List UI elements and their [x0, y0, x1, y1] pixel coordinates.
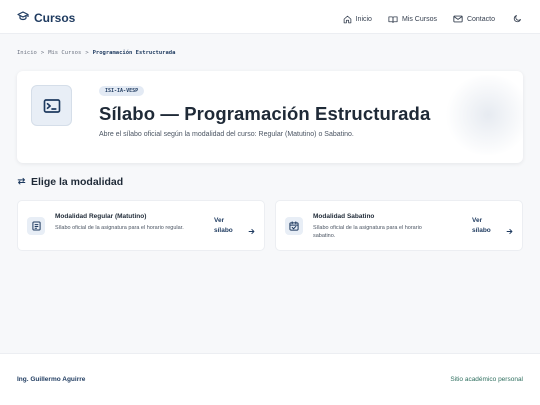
moon-icon [513, 10, 522, 28]
decorative-glow [443, 75, 523, 155]
breadcrumb-separator: > [40, 50, 45, 56]
nav-item-inicio[interactable]: Inicio [343, 15, 372, 24]
card-description: Sílabo oficial de la asignatura para el … [313, 225, 422, 239]
card-modalidad-regular[interactable]: Modalidad Regular (Matutino) Sílabo ofic… [17, 200, 265, 251]
brand-logo[interactable]: Cursos [17, 9, 75, 27]
calendar-check-icon [285, 217, 303, 235]
breadcrumb: Inicio > Mis Cursos > Programación Estru… [17, 50, 175, 56]
brand-name: Cursos [34, 11, 76, 25]
breadcrumb-link-inicio[interactable]: Inicio [17, 50, 37, 56]
nav-item-contacto[interactable]: Contacto [453, 15, 495, 23]
document-icon [27, 217, 45, 235]
arrow-right-icon [506, 222, 513, 240]
home-icon [343, 15, 352, 24]
top-navbar: Cursos Inicio Mis Cursos Contacto [0, 0, 540, 34]
card-title: Modalidad Regular (Matutino) [55, 213, 147, 220]
section-title: Elige la modalidad [31, 176, 124, 188]
graduation-cap-icon [17, 9, 29, 27]
mail-icon [453, 15, 463, 23]
page-subtitle: Abre el sílabo oficial según la modalida… [99, 131, 354, 138]
theme-toggle-button[interactable] [513, 10, 522, 28]
course-code-badge: ISI-IA-VESP [99, 86, 145, 96]
main-nav: Inicio Mis Cursos Contacto [327, 10, 522, 28]
breadcrumb-current: Programación Estructurada [92, 50, 176, 56]
nav-item-label: Inicio [355, 15, 372, 23]
breadcrumb-separator: > [85, 50, 89, 56]
book-icon [388, 15, 398, 24]
footer-tagline: Sitio académico personal [450, 376, 523, 383]
ver-silabo-link[interactable]: Ver sílabo [472, 216, 502, 236]
nav-item-label: Contacto [466, 15, 495, 23]
card-description: Sílabo oficial de la asignatura para el … [55, 225, 184, 231]
card-title: Modalidad Sabatino [313, 213, 375, 220]
breadcrumb-link-mis-cursos[interactable]: Mis Cursos [48, 50, 81, 56]
ver-silabo-link[interactable]: Ver sílabo [214, 216, 244, 236]
terminal-icon [31, 85, 72, 126]
section-heading: Elige la modalidad [17, 176, 123, 188]
card-modalidad-sabatino[interactable]: Modalidad Sabatino Sílabo oficial de la … [275, 200, 523, 251]
hero-card: ISI-IA-VESP Sílabo — Programación Estruc… [17, 71, 523, 163]
footer-author: Ing. Guillermo Aguirre [17, 376, 86, 383]
nav-item-label: Mis Cursos [401, 15, 437, 23]
page-footer: Ing. Guillermo Aguirre Sitio académico p… [0, 353, 540, 405]
page-title: Sílabo — Programación Estructurada [99, 103, 431, 124]
swap-arrows-icon [17, 176, 26, 188]
arrow-right-icon [248, 222, 255, 240]
nav-item-mis-cursos[interactable]: Mis Cursos [388, 15, 437, 24]
